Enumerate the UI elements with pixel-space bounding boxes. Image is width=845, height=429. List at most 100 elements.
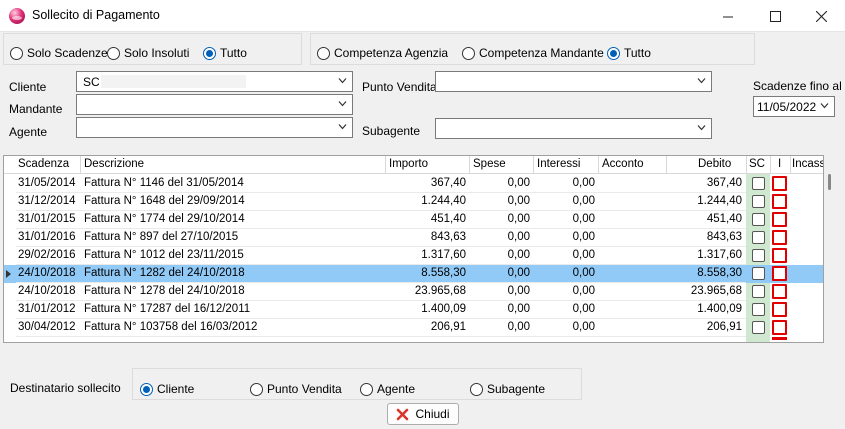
cell-importo: 1.244,40 xyxy=(421,195,466,207)
col-sc[interactable]: SC xyxy=(749,158,765,170)
i-checkbox[interactable] xyxy=(772,194,787,209)
i-checkbox[interactable] xyxy=(772,230,787,245)
col-i[interactable]: I xyxy=(778,158,781,170)
vertical-scrollbar-thumb[interactable] xyxy=(828,174,831,190)
col-scadenza[interactable]: Scadenza xyxy=(18,158,69,170)
radio-competenza-agenzia[interactable]: Competenza Agenzia xyxy=(317,46,448,60)
table-row[interactable]: 31/01/2012 Fattura N° 17287 del 16/12/201… xyxy=(4,301,823,319)
col-spese[interactable]: Spese xyxy=(473,158,506,170)
scadenze-fino-label: Scadenze fino al xyxy=(753,79,842,93)
cell-importo: 451,40 xyxy=(430,213,466,225)
sc-checkbox[interactable] xyxy=(752,267,765,280)
i-checkbox[interactable] xyxy=(772,176,787,191)
radio-tutto-competenza[interactable]: Tutto xyxy=(607,46,651,60)
chiudi-button[interactable]: Chiudi xyxy=(387,403,459,425)
table-row[interactable]: 31/01/2016 Fattura N° 897 del 27/10/2015 8… xyxy=(4,229,823,247)
table-row[interactable]: 31/12/2014 Fattura N° 1648 del 29/09/2014… xyxy=(4,193,823,211)
radio-button[interactable] xyxy=(470,382,483,396)
table-row[interactable]: 30/04/2012 Fattura N° 103758 del 16/03/20… xyxy=(4,319,823,337)
cell-spese: 0,00 xyxy=(507,249,530,261)
radio-dest-agente[interactable]: Agente xyxy=(360,382,415,396)
i-checkbox[interactable] xyxy=(772,248,787,263)
radio-button[interactable] xyxy=(250,382,263,396)
sc-checkbox[interactable] xyxy=(752,285,765,298)
radio-dest-subagente[interactable]: Subagente xyxy=(470,382,545,396)
radio-dest-cliente[interactable]: Cliente xyxy=(140,382,194,396)
chevron-down-icon[interactable] xyxy=(338,122,347,131)
radio-button[interactable] xyxy=(107,46,120,60)
cell-debito: 23.965,68 xyxy=(690,285,742,297)
radio-button-selected[interactable] xyxy=(203,46,216,60)
sc-checkbox[interactable] xyxy=(752,249,765,262)
i-checkbox[interactable] xyxy=(772,212,787,227)
subagente-combo[interactable] xyxy=(435,118,712,139)
radio-label: Tutto xyxy=(220,46,247,60)
subagente-label: Subagente xyxy=(362,124,421,138)
agente-combo[interactable] xyxy=(76,117,353,138)
table-row[interactable]: 24/10/2018 Fattura N° 1278 del 24/10/2018… xyxy=(4,283,823,301)
radio-button[interactable] xyxy=(317,46,330,60)
col-acconto[interactable]: Acconto xyxy=(602,158,644,170)
sc-checkbox[interactable] xyxy=(752,195,765,208)
cliente-combo[interactable]: SC xyxy=(76,71,353,92)
cliente-value: SC xyxy=(83,75,100,89)
chevron-down-icon[interactable] xyxy=(338,76,347,85)
col-importo[interactable]: Importo xyxy=(389,158,428,170)
cell-importo: 367,40 xyxy=(430,177,466,189)
vertical-scrollbar[interactable] xyxy=(826,172,834,342)
sc-checkbox[interactable] xyxy=(752,231,765,244)
radio-button-selected[interactable] xyxy=(140,382,153,396)
mandante-combo[interactable] xyxy=(76,94,353,115)
radio-button-selected[interactable] xyxy=(607,46,620,60)
radio-button[interactable] xyxy=(360,382,373,396)
chevron-down-icon[interactable] xyxy=(697,123,706,132)
chevron-down-icon[interactable] xyxy=(697,76,706,85)
sc-checkbox[interactable] xyxy=(752,177,765,190)
sc-checkbox[interactable] xyxy=(752,321,765,334)
radio-label: Cliente xyxy=(157,382,195,396)
i-checkbox[interactable] xyxy=(772,302,787,317)
col-interessi[interactable]: Interessi xyxy=(537,158,580,170)
table-row[interactable]: 29/02/2016 Fattura N° 1012 del 23/11/2015… xyxy=(4,247,823,265)
scadenze-grid[interactable]: Scadenza Descrizione Importo Spese Inter… xyxy=(3,155,824,343)
scadenze-date-picker[interactable]: 11/05/2022 xyxy=(753,96,835,117)
maximize-icon xyxy=(769,10,781,22)
col-descrizione[interactable]: Descrizione xyxy=(84,158,144,170)
col-incassi[interactable]: Incass xyxy=(792,158,823,170)
cell-importo: 1.317,60 xyxy=(421,249,466,261)
minimize-button[interactable] xyxy=(705,0,751,32)
punto-vendita-label: Punto Vendita xyxy=(362,80,437,94)
chevron-down-icon[interactable] xyxy=(338,99,347,108)
cell-importo: 206,91 xyxy=(430,321,466,333)
punto-vendita-combo[interactable] xyxy=(435,71,712,92)
title-bar[interactable]: Sollecito di Pagamento xyxy=(0,0,845,32)
cell-spese: 0,00 xyxy=(507,285,530,297)
radio-button[interactable] xyxy=(462,46,475,60)
radio-button[interactable] xyxy=(10,46,23,60)
table-row[interactable]: 24/10/2018 Fattura N° 1282 del 24/10/2018… xyxy=(4,265,823,283)
cell-descrizione: Fattura N° 897 del 27/10/2015 xyxy=(84,231,239,243)
radio-competenza-mandante[interactable]: Competenza Mandante xyxy=(462,46,604,60)
cell-scadenza: 31/05/2014 xyxy=(18,177,76,189)
i-checkbox[interactable] xyxy=(772,284,787,299)
cell-scadenza: 31/01/2015 xyxy=(18,213,76,225)
table-row[interactable]: 31/05/2014 Fattura N° 1146 del 31/05/2014… xyxy=(4,175,823,193)
cell-scadenza: 24/10/2018 xyxy=(18,267,76,279)
i-checkbox[interactable] xyxy=(772,320,787,335)
col-debito[interactable]: Debito xyxy=(698,158,731,170)
chevron-down-icon[interactable] xyxy=(820,101,829,110)
close-window-button[interactable] xyxy=(798,0,844,32)
sc-checkbox[interactable] xyxy=(752,303,765,316)
radio-solo-scadenze[interactable]: Solo Scadenze xyxy=(10,46,108,60)
cell-descrizione: Fattura N° 1774 del 29/10/2014 xyxy=(84,213,245,225)
maximize-button[interactable] xyxy=(752,0,798,32)
cell-debito: 1.400,09 xyxy=(697,303,742,315)
i-checkbox-clipped xyxy=(772,337,787,340)
cell-debito: 367,40 xyxy=(706,177,742,189)
radio-tutto-scadenze[interactable]: Tutto xyxy=(203,46,247,60)
sc-checkbox[interactable] xyxy=(752,213,765,226)
table-row[interactable]: 31/01/2015 Fattura N° 1774 del 29/10/2014… xyxy=(4,211,823,229)
i-checkbox[interactable] xyxy=(772,266,787,281)
radio-dest-punto-vendita[interactable]: Punto Vendita xyxy=(250,382,342,396)
radio-solo-insoluti[interactable]: Solo Insoluti xyxy=(107,46,189,60)
